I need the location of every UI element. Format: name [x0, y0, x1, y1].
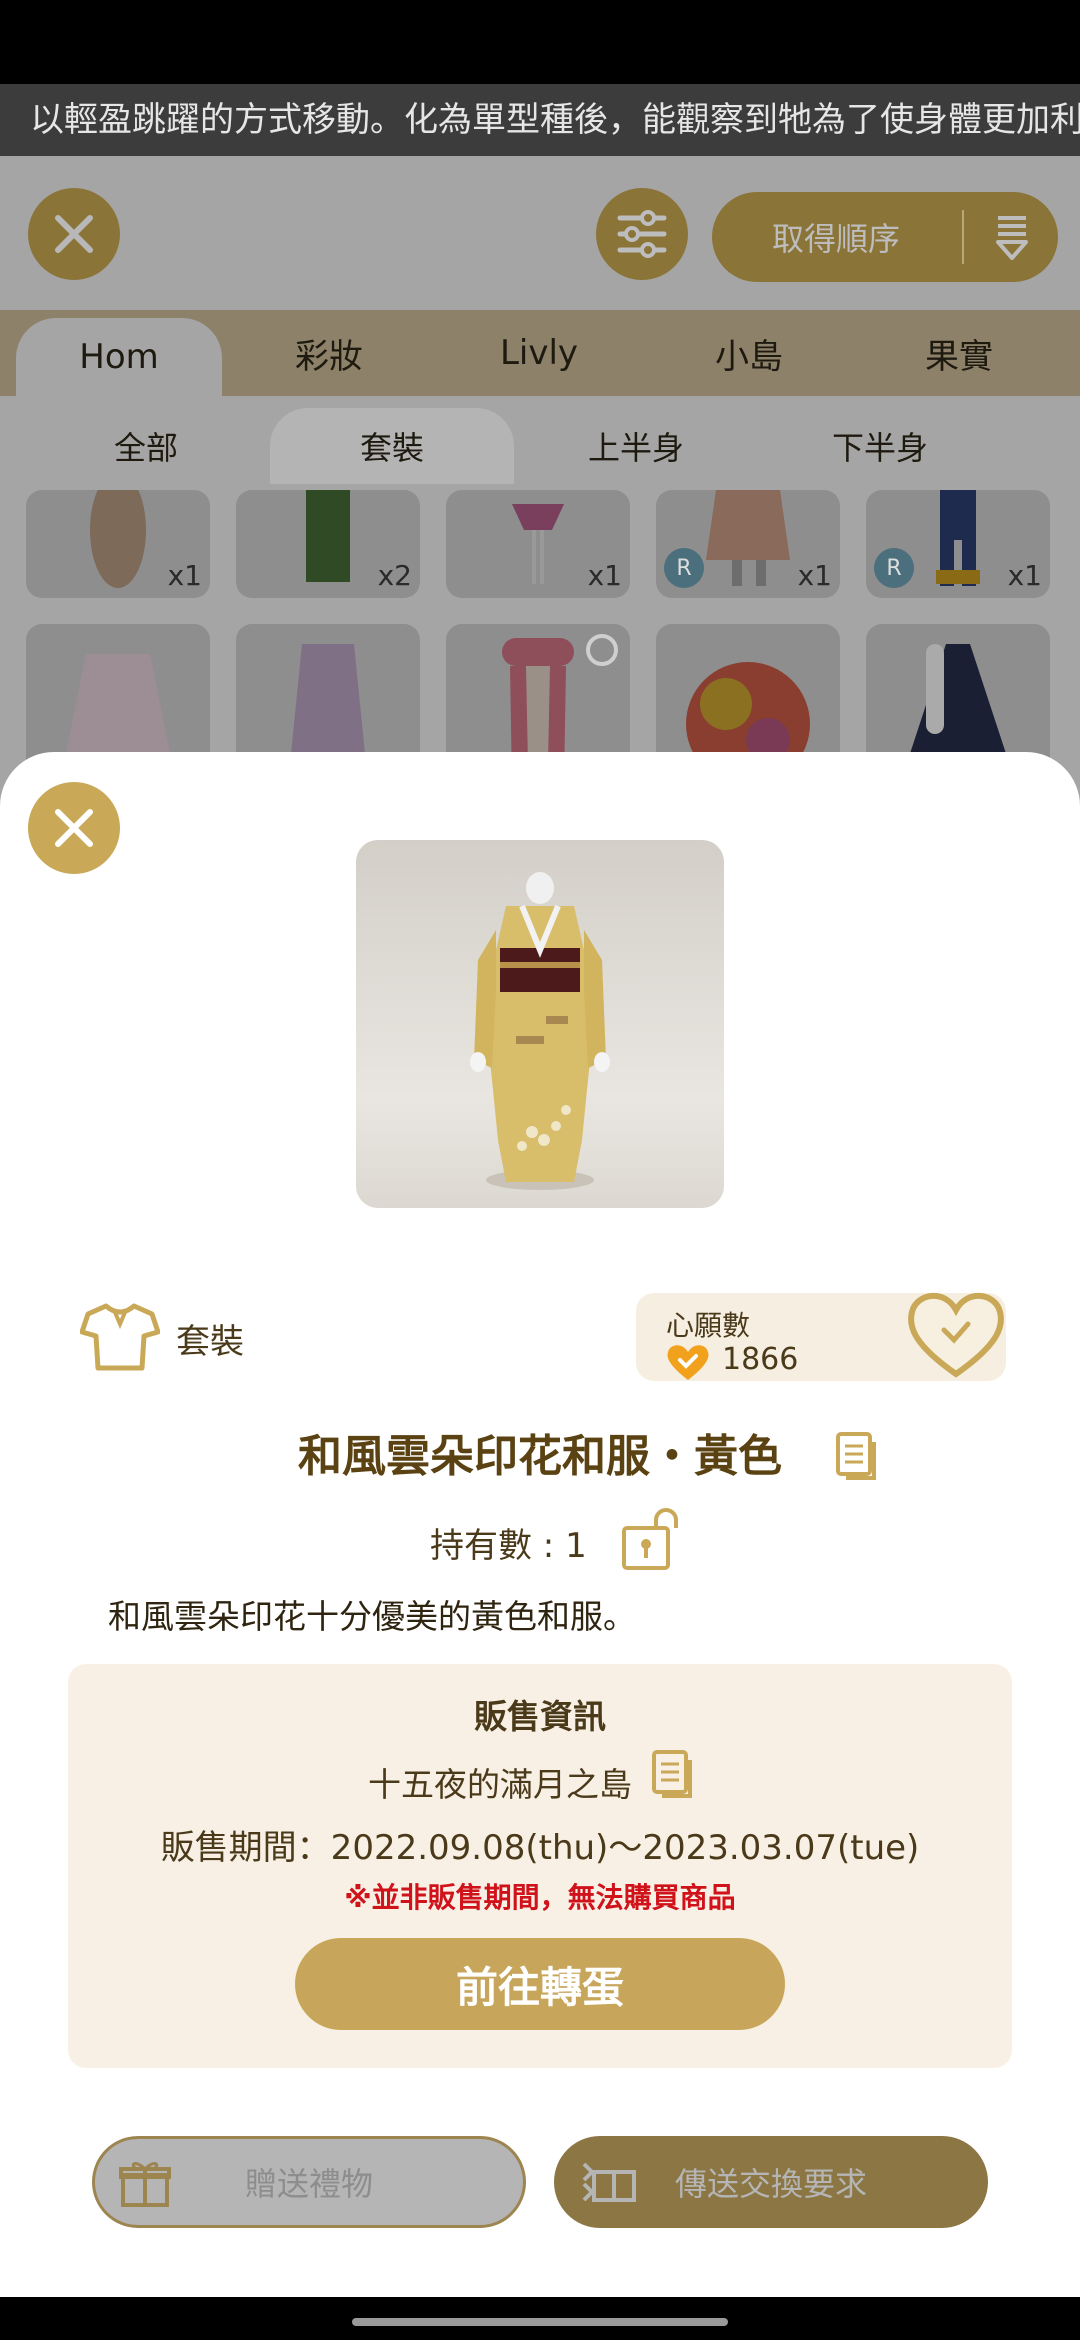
sale-warning: ※並非販售期間，無法購買商品: [0, 1876, 1080, 1916]
sort-order-button[interactable]: 取得順序: [712, 192, 1058, 282]
item-quantity: x1: [167, 559, 202, 592]
sort-icon: [996, 216, 1028, 260]
close-detail-button[interactable]: [28, 782, 120, 874]
subtab-label: 下半身: [831, 429, 928, 467]
subtab-label: 全部: [113, 429, 178, 467]
grid-item[interactable]: x1: [446, 490, 630, 598]
document-icon[interactable]: [652, 1750, 694, 1800]
item-quantity: x2: [377, 559, 412, 592]
close-button[interactable]: [28, 188, 120, 280]
go-to-gacha-button[interactable]: 前往轉蛋: [295, 1938, 785, 2030]
sale-info-title: 販售資訊: [0, 1690, 1080, 1738]
document-icon[interactable]: [836, 1432, 878, 1482]
tab-label: 果實: [925, 336, 993, 377]
grid-item[interactable]: x1: [26, 490, 210, 598]
unlock-icon[interactable]: [620, 1508, 680, 1572]
tab-label: Livly: [499, 333, 579, 373]
tab-island[interactable]: 小島: [656, 310, 842, 396]
send-trade-request-button[interactable]: 傳送交換要求: [554, 2136, 988, 2228]
tab-label: Hom: [79, 337, 159, 377]
gacha-button-label: 前往轉蛋: [455, 1962, 624, 2012]
tab-home[interactable]: Hom: [16, 318, 222, 396]
sliders-icon: [617, 210, 667, 258]
trade-icon: [582, 2162, 636, 2202]
filter-button[interactable]: [596, 188, 688, 280]
gift-button-label: 贈送禮物: [244, 2165, 373, 2203]
subtab-outfit[interactable]: 套裝: [270, 408, 514, 484]
tab-fruit[interactable]: 果實: [866, 310, 1052, 396]
sale-island-name: 十五夜的滿月之島: [368, 1765, 632, 1804]
rarity-badge: R: [664, 548, 704, 588]
item-quantity: x1: [797, 559, 832, 592]
sale-period-text: 販售期間：2022.09.08(thu)～2023.03.07(tue): [160, 1828, 920, 1868]
item-preview: [356, 840, 724, 1208]
tab-livly[interactable]: Livly: [446, 310, 632, 396]
kimono-image: [470, 872, 610, 1190]
item-name-text: 和風雲朵印花和服・黃色: [298, 1431, 782, 1482]
status-bar: [0, 0, 1080, 84]
sort-order-label: 取得順序: [772, 220, 901, 258]
rarity-badge: R: [874, 548, 914, 588]
item-category: 套裝: [176, 1322, 244, 1362]
wish-heart-button[interactable]: [904, 1286, 1008, 1382]
wish-title: 心願數: [666, 1309, 751, 1342]
sale-warning-text: ※並非販售期間，無法購買商品: [344, 1881, 736, 1914]
marquee-ticker: 以輕盈跳躍的方式移動。化為單型種後，能觀察到牠為了使身體更加利: [0, 84, 1080, 156]
tab-makeup[interactable]: 彩妝: [236, 310, 422, 396]
grid-item[interactable]: R x1: [656, 490, 840, 598]
subtab-top[interactable]: 上半身: [546, 408, 726, 484]
outfit-icon: [80, 1303, 160, 1371]
tab-label: 彩妝: [295, 336, 363, 377]
owned-count: 持有數 : 1: [430, 1526, 587, 1566]
marquee-text: 以輕盈跳躍的方式移動。化為單型種後，能觀察到牠為了使身體更加利: [30, 100, 1080, 140]
item-quantity: x1: [1007, 559, 1042, 592]
sale-info-title-text: 販售資訊: [474, 1697, 606, 1736]
grid-item[interactable]: x2: [236, 490, 420, 598]
item-name: 和風雲朵印花和服・黃色: [0, 1420, 1080, 1484]
tab-label: 小島: [715, 336, 783, 377]
close-icon: [55, 809, 93, 847]
divider: [962, 210, 964, 264]
wish-count: 1866: [722, 1342, 799, 1377]
home-indicator[interactable]: [352, 2318, 728, 2326]
trade-button-label: 傳送交換要求: [674, 2165, 867, 2203]
grid-item[interactable]: R x1: [866, 490, 1050, 598]
subtab-bottom[interactable]: 下半身: [790, 408, 970, 484]
gift-icon: [119, 2162, 171, 2207]
subtab-label: 上半身: [587, 429, 684, 467]
subtab-all[interactable]: 全部: [56, 408, 236, 484]
sale-period: 販售期間：2022.09.08(thu)～2023.03.07(tue): [0, 1820, 1080, 1869]
subtab-label: 套裝: [359, 429, 424, 467]
item-description: 和風雲朵印花十分優美的黃色和服。: [108, 1597, 636, 1636]
send-gift-button[interactable]: 贈送禮物: [92, 2136, 526, 2228]
close-icon: [55, 215, 93, 253]
heart-check-icon: [667, 1345, 709, 1380]
item-quantity: x1: [587, 559, 622, 592]
